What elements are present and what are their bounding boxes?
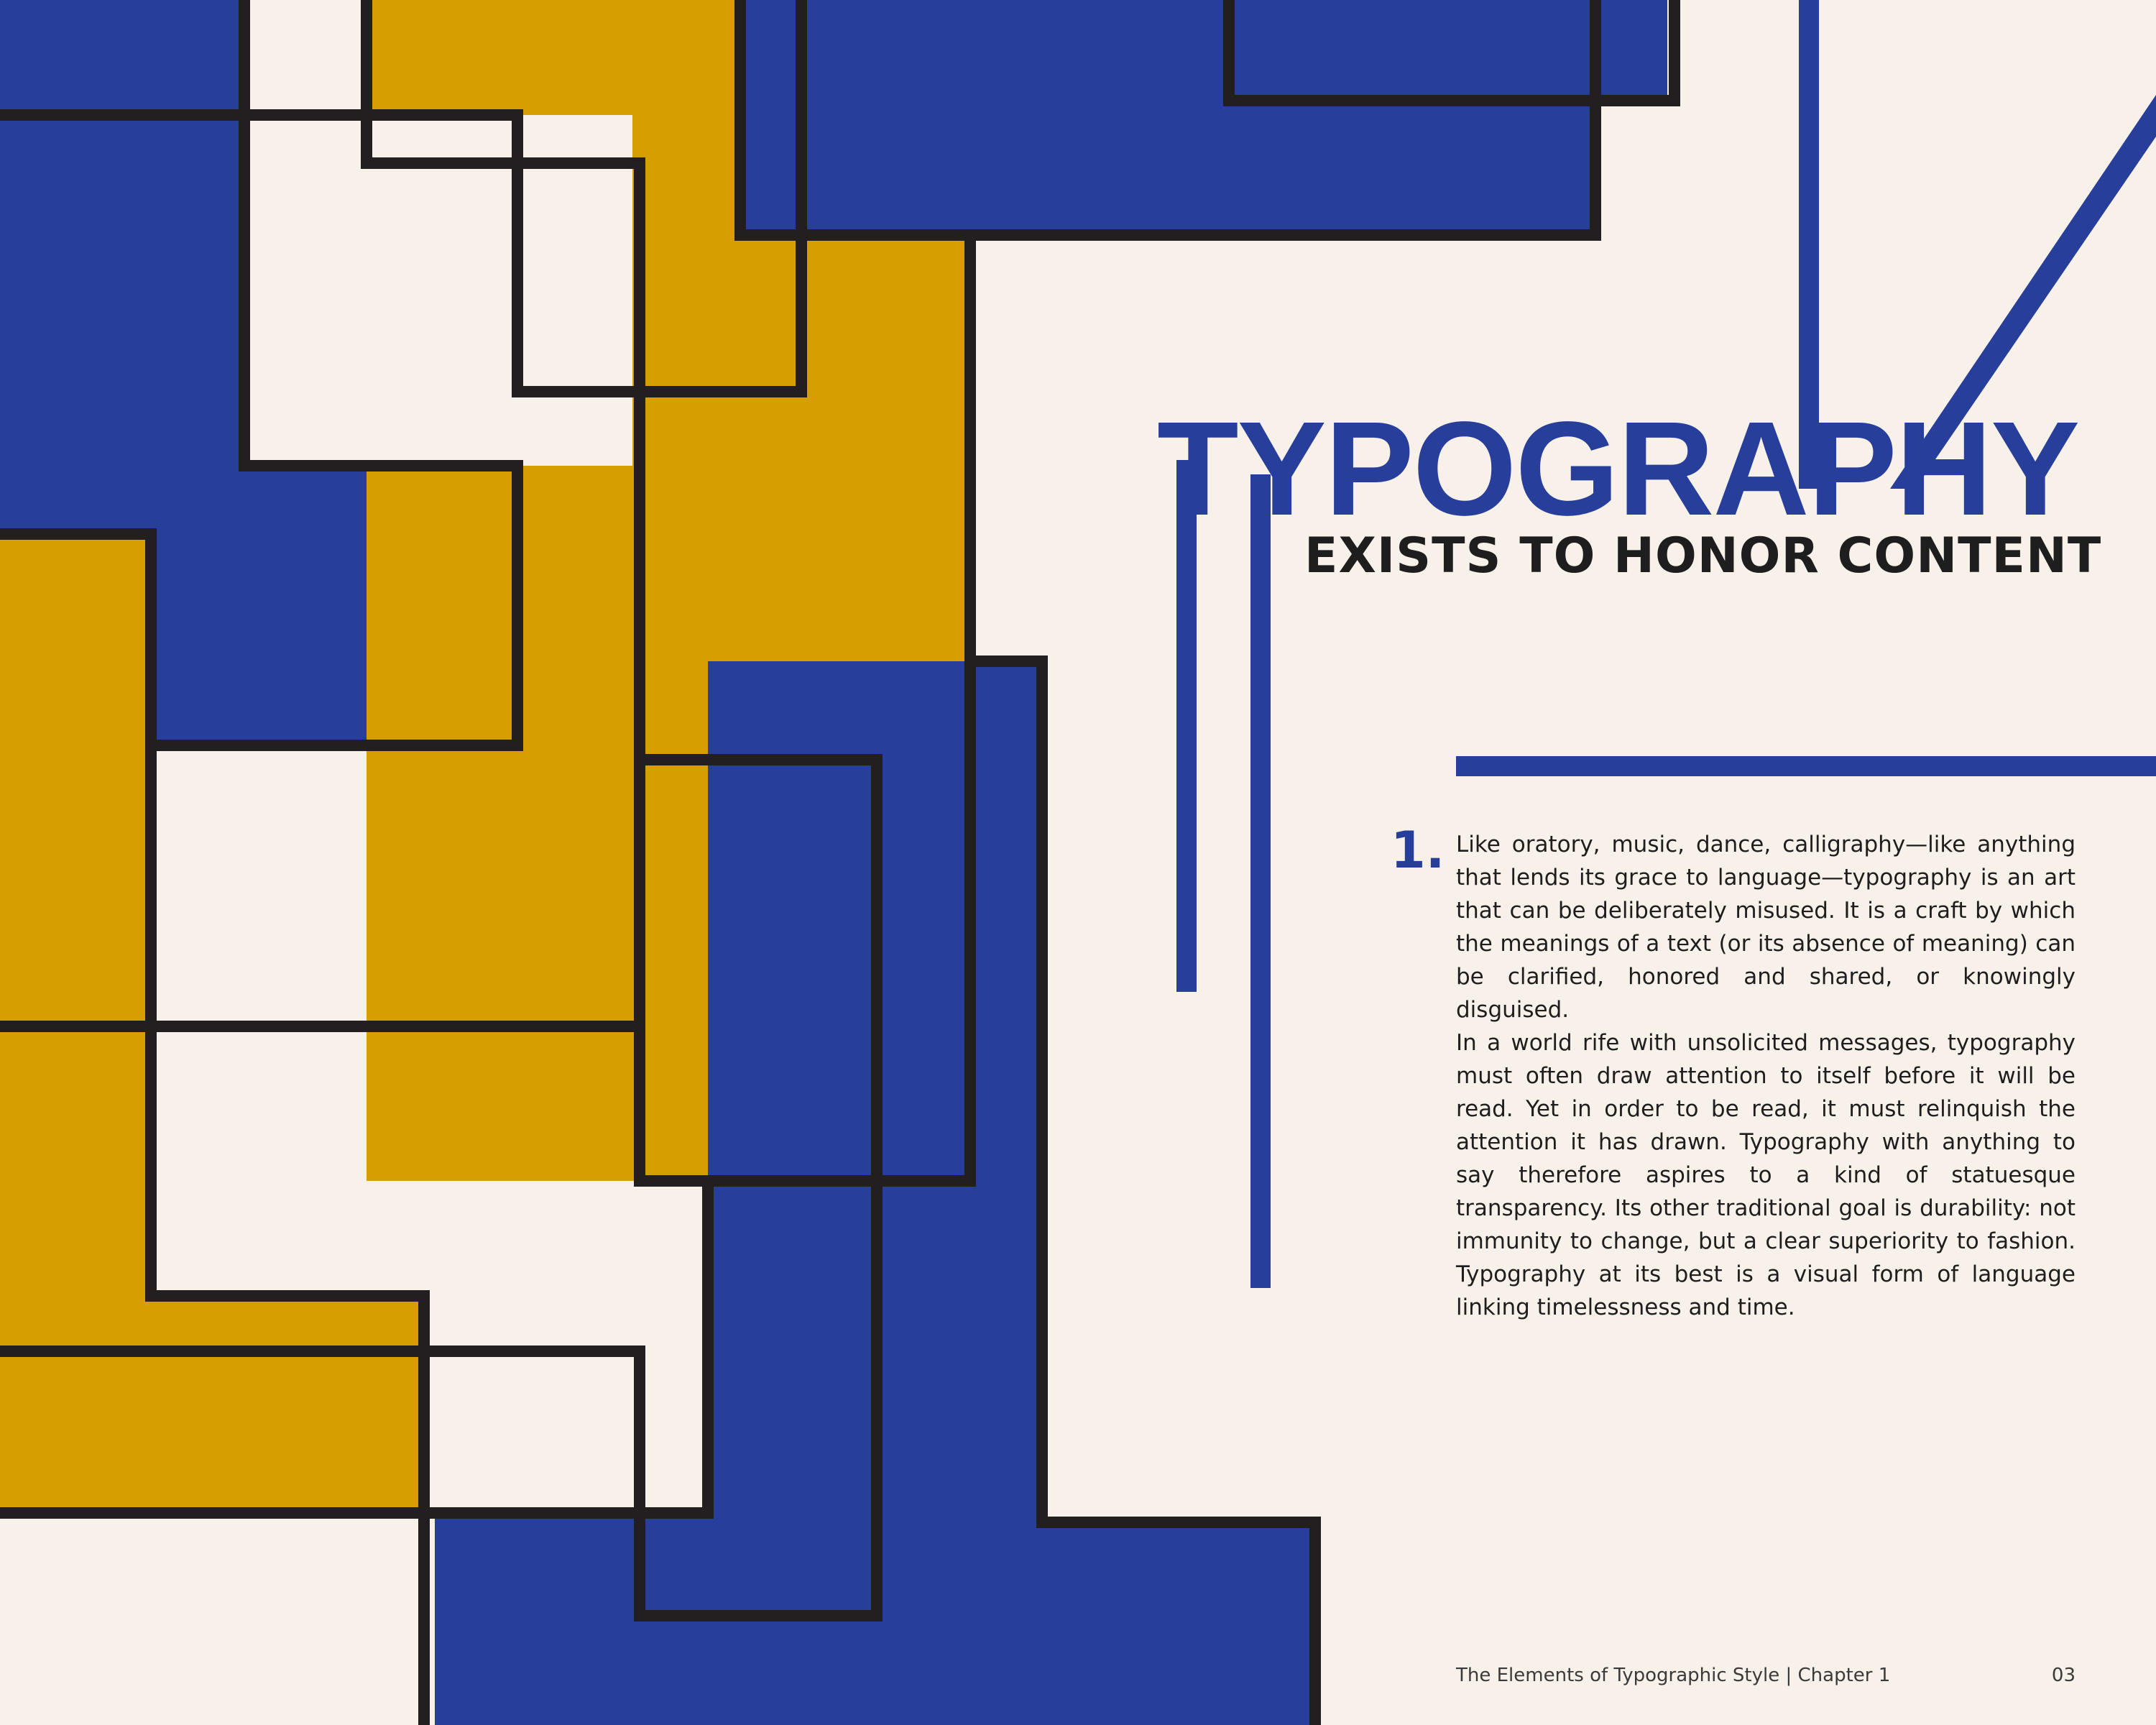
blue-block-top-right	[1229, 0, 1667, 101]
section-number: 1.	[1391, 821, 1445, 880]
page-subtitle: EXISTS TO HONOR CONTENT	[1304, 528, 2102, 584]
page-number: 03	[2051, 1665, 2076, 1686]
body-paragraph: In a world rife with unsolicited message…	[1456, 1030, 2076, 1320]
body-paragraph: Like oratory, music, dance, calligraphy—…	[1456, 832, 2076, 1023]
page-title: TYPOGRAPHY	[1157, 395, 2080, 543]
gold-block-left	[0, 534, 151, 1296]
cream-gap-top-middle	[244, 0, 367, 115]
gold-block-lower-left	[0, 1290, 424, 1513]
accent-horizontal-bar	[1456, 756, 2156, 776]
accent-vertical-right	[1250, 474, 1271, 1288]
footer-book-title: The Elements of Typographic Style | Chap…	[1456, 1665, 1891, 1686]
